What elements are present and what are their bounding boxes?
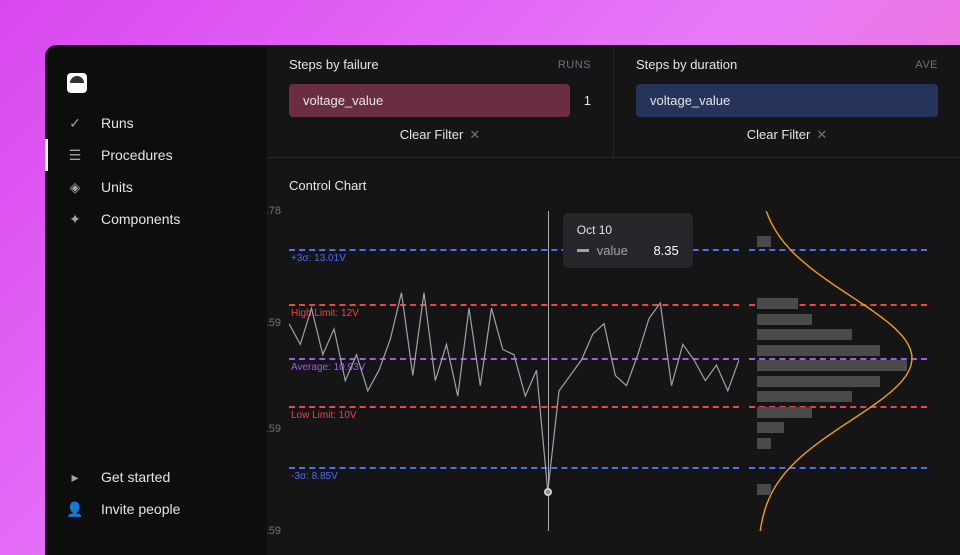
chart-title: Control Chart <box>289 178 938 193</box>
tooltip-label: value <box>597 243 628 258</box>
filter-chip-duration[interactable]: voltage_value <box>636 84 938 117</box>
nav-label: Runs <box>101 115 134 131</box>
main-content: Steps by failure RUNS voltage_value 1 Cl… <box>267 45 960 555</box>
histogram-bar <box>757 236 771 247</box>
y-tick: 9.59 <box>267 423 281 435</box>
app-logo <box>67 73 87 93</box>
panel-failure: Steps by failure RUNS voltage_value 1 Cl… <box>267 45 614 157</box>
y-tick: 13.78 <box>267 205 281 217</box>
chip-count: 1 <box>584 93 591 108</box>
nav-main: ✓ Runs ☰ Procedures ◈ Units ✦ Components <box>45 107 267 461</box>
nav-components[interactable]: ✦ Components <box>45 203 267 235</box>
list-icon: ☰ <box>67 147 83 163</box>
y-tick: 11.59 <box>267 317 281 329</box>
histogram-bar <box>757 422 784 433</box>
cursor-line <box>548 211 549 531</box>
histogram-bar <box>757 329 852 340</box>
y-tick: 7.59 <box>267 525 281 537</box>
histogram-bar <box>757 360 907 371</box>
nav-bottom: ▸ Get started 👤 Invite people <box>45 461 267 535</box>
nav-runs[interactable]: ✓ Runs <box>45 107 267 139</box>
clear-filter-duration[interactable]: Clear Filter✕ <box>636 127 938 143</box>
close-icon: ✕ <box>816 127 827 142</box>
nav-invite[interactable]: 👤 Invite people <box>45 493 267 525</box>
filter-chip-failure[interactable]: voltage_value <box>289 84 570 117</box>
chart-section: Control Chart 13.78 11.59 9.59 7.59 +3σ:… <box>267 158 960 551</box>
nav-label: Procedures <box>101 147 173 163</box>
target-icon: ✦ <box>67 211 83 227</box>
play-icon: ▸ <box>67 469 83 485</box>
nav-get-started[interactable]: ▸ Get started <box>45 461 267 493</box>
nav-label: Components <box>101 211 180 227</box>
cursor-dot <box>544 488 552 496</box>
nav-units[interactable]: ◈ Units <box>45 171 267 203</box>
control-chart[interactable]: 13.78 11.59 9.59 7.59 +3σ: 13.01V High L… <box>289 211 739 531</box>
histogram-bar <box>757 407 812 418</box>
summary-panels: Steps by failure RUNS voltage_value 1 Cl… <box>267 45 960 158</box>
histogram-bar <box>757 345 880 356</box>
nav-label: Units <box>101 179 133 195</box>
cube-icon: ◈ <box>67 179 83 195</box>
nav-procedures[interactable]: ☰ Procedures <box>45 139 267 171</box>
histogram-bar <box>757 484 771 495</box>
panel-sub: RUNS <box>558 59 591 71</box>
histogram-bar <box>757 376 880 387</box>
check-icon: ✓ <box>67 115 83 131</box>
clear-filter-failure[interactable]: Clear Filter✕ <box>289 127 591 143</box>
histogram-bar <box>757 314 812 325</box>
close-icon: ✕ <box>469 127 480 142</box>
tooltip-value: 8.35 <box>653 243 678 258</box>
nav-label: Get started <box>101 469 170 485</box>
panel-sub: AVE <box>915 59 938 71</box>
panel-duration: Steps by duration AVE voltage_value Clea… <box>614 45 960 157</box>
histogram-bar <box>757 391 852 402</box>
nav-label: Invite people <box>101 501 180 517</box>
panel-title: Steps by duration <box>636 57 737 72</box>
person-add-icon: 👤 <box>67 501 83 517</box>
panel-title: Steps by failure <box>289 57 379 72</box>
sidebar: ✓ Runs ☰ Procedures ◈ Units ✦ Components… <box>45 45 267 555</box>
histogram <box>757 211 927 531</box>
histogram-bar <box>757 438 771 449</box>
tooltip-date: Oct 10 <box>577 223 679 237</box>
chart-tooltip: Oct 10 value 8.35 <box>563 213 693 268</box>
histogram-bar <box>757 298 798 309</box>
tooltip-swatch <box>577 249 589 252</box>
app-window: ✓ Runs ☰ Procedures ◈ Units ✦ Components… <box>45 45 960 555</box>
